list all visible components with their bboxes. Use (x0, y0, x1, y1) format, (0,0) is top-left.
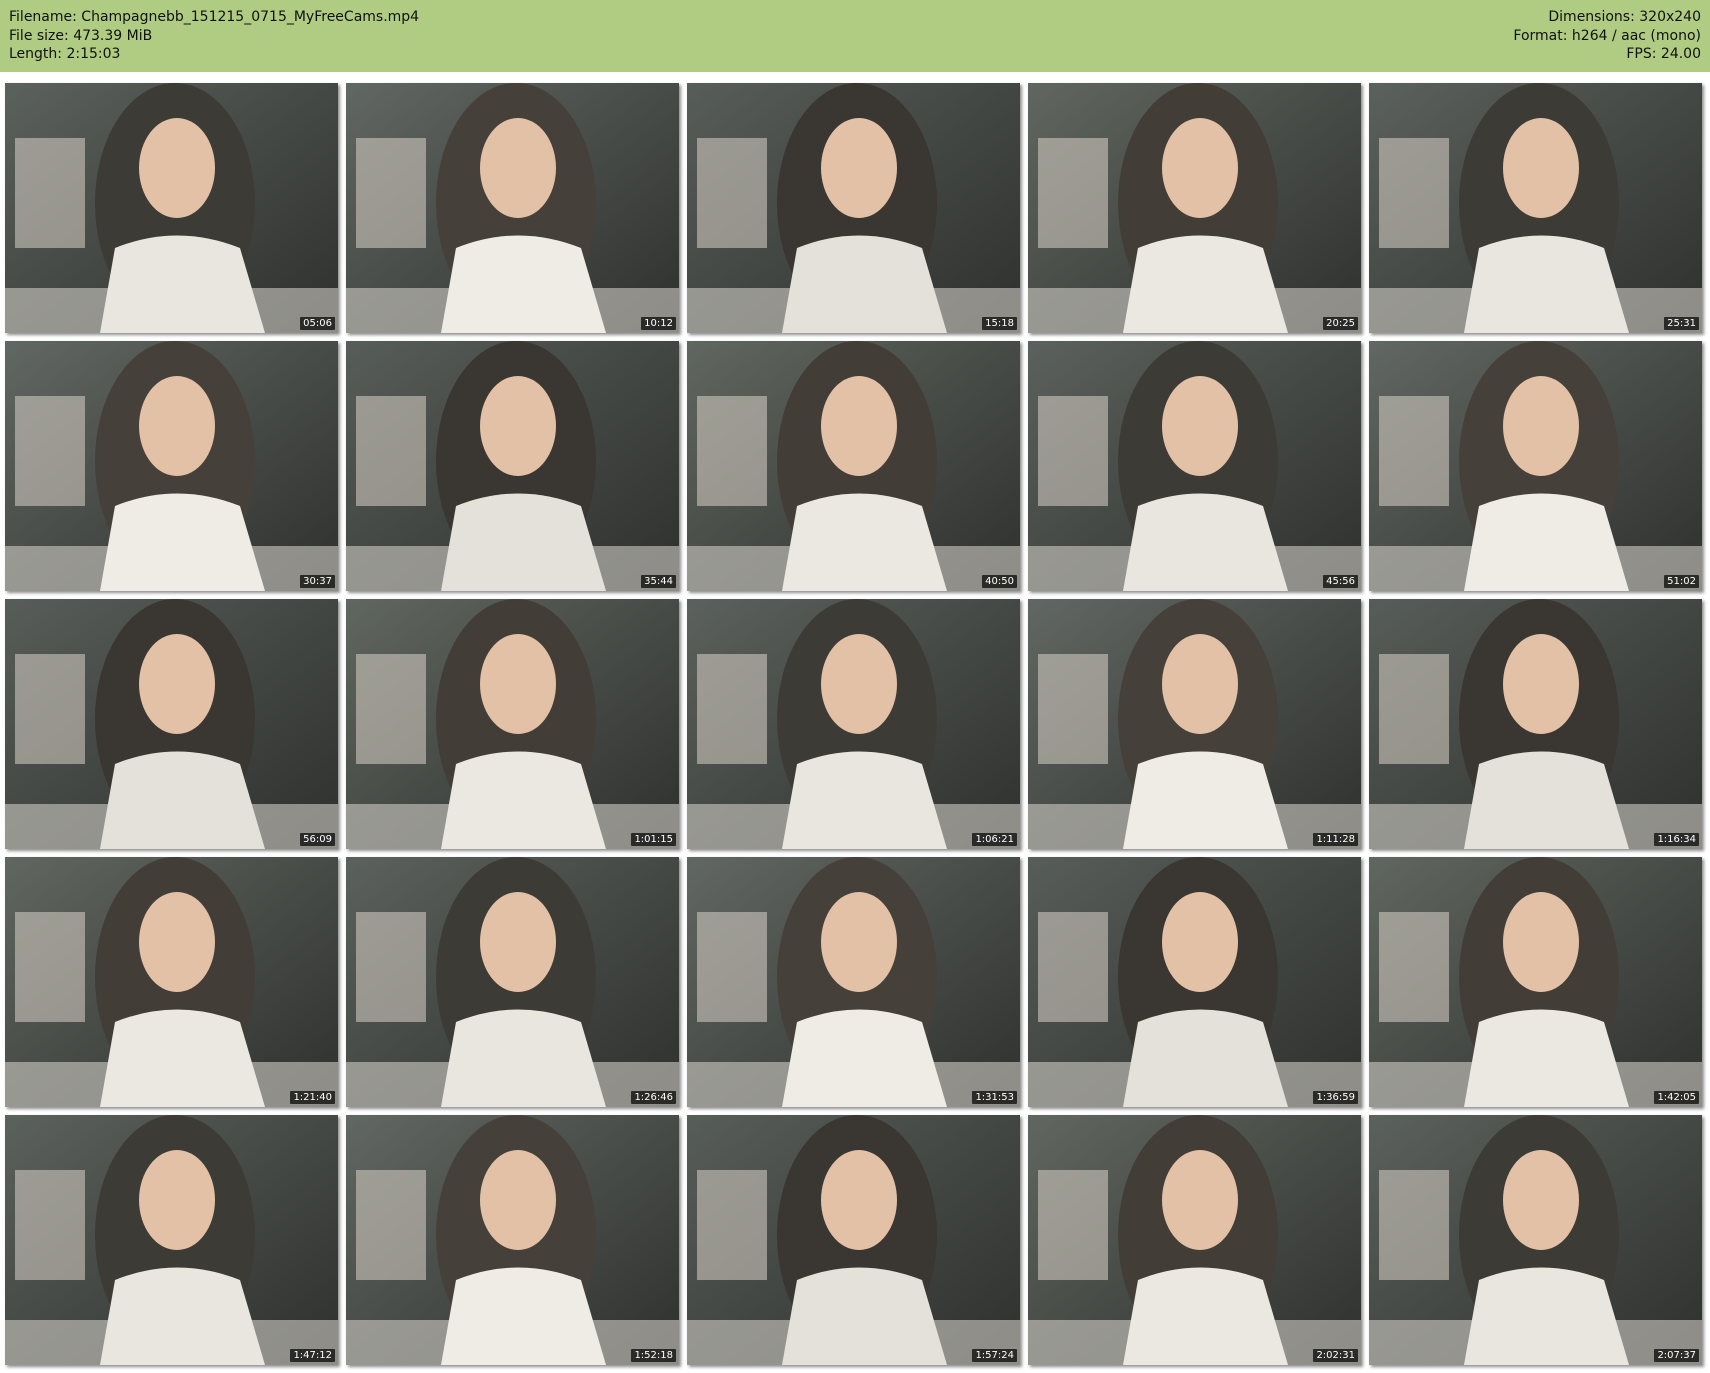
video-frame-image (346, 1115, 679, 1365)
thumbnail-frame[interactable]: 1:36:59 (1028, 857, 1361, 1107)
length-text: Length: 2:15:03 (9, 46, 121, 62)
video-frame-image (1369, 1115, 1702, 1365)
video-frame-image (346, 83, 679, 333)
timestamp-label: 45:56 (1323, 575, 1358, 588)
thumbnail-frame[interactable]: 15:18 (687, 83, 1020, 333)
thumbnail-frame[interactable]: 30:37 (5, 341, 338, 591)
thumbnail-frame[interactable]: 51:02 (1369, 341, 1702, 591)
timestamp-label: 30:37 (300, 575, 335, 588)
timestamp-label: 1:21:40 (290, 1091, 335, 1104)
thumbnail-frame[interactable]: 40:50 (687, 341, 1020, 591)
thumbnail-frame[interactable]: 2:02:31 (1028, 1115, 1361, 1365)
video-frame-image (687, 341, 1020, 591)
timestamp-label: 2:02:31 (1313, 1349, 1358, 1362)
thumbnail-frame[interactable]: 1:16:34 (1369, 599, 1702, 849)
timestamp-label: 1:52:18 (631, 1349, 676, 1362)
dimensions-text: Dimensions: 320x240 (1548, 9, 1701, 25)
video-frame-image (1028, 1115, 1361, 1365)
timestamp-label: 1:06:21 (972, 833, 1017, 846)
timestamp-label: 1:42:05 (1654, 1091, 1699, 1104)
file-info-left: Filename: Champagnebb_151215_0715_MyFree… (9, 8, 419, 64)
video-frame-image (1028, 857, 1361, 1107)
file-info-right: Dimensions: 320x240 Format: h264 / aac (… (1513, 8, 1701, 64)
video-frame-image (5, 599, 338, 849)
video-frame-image (346, 599, 679, 849)
thumbnail-frame[interactable]: 25:31 (1369, 83, 1702, 333)
thumbnail-frame[interactable]: 1:42:05 (1369, 857, 1702, 1107)
video-frame-image (1369, 599, 1702, 849)
timestamp-label: 1:11:28 (1313, 833, 1358, 846)
timestamp-label: 1:16:34 (1654, 833, 1699, 846)
video-frame-image (346, 341, 679, 591)
thumbnail-frame[interactable]: 10:12 (346, 83, 679, 333)
video-frame-image (1369, 857, 1702, 1107)
thumbnail-frame[interactable]: 1:06:21 (687, 599, 1020, 849)
timestamp-label: 1:47:12 (290, 1349, 335, 1362)
timestamp-label: 1:26:46 (631, 1091, 676, 1104)
thumbnail-frame[interactable]: 35:44 (346, 341, 679, 591)
video-frame-image (1369, 83, 1702, 333)
timestamp-label: 1:57:24 (972, 1349, 1017, 1362)
timestamp-label: 51:02 (1664, 575, 1699, 588)
timestamp-label: 1:01:15 (631, 833, 676, 846)
filesize-text: File size: 473.39 MiB (9, 27, 153, 44)
thumbnail-frame[interactable]: 20:25 (1028, 83, 1361, 333)
video-frame-image (1028, 83, 1361, 333)
timestamp-label: 35:44 (641, 575, 676, 588)
video-frame-image (5, 1115, 338, 1365)
thumbnail-grid: 05:06 10:12 15:18 20:25 25:31 30:37 35:44 40:50… (5, 83, 1705, 1365)
info-header: Filename: Champagnebb_151215_0715_MyFree… (0, 0, 1710, 72)
thumbnail-frame[interactable]: 1:47:12 (5, 1115, 338, 1365)
timestamp-label: 05:06 (300, 317, 335, 330)
fps-text: FPS: 24.00 (1626, 46, 1701, 62)
video-frame-image (1028, 341, 1361, 591)
video-frame-image (687, 857, 1020, 1107)
video-frame-image (5, 341, 338, 591)
timestamp-label: 56:09 (300, 833, 335, 846)
video-frame-image (5, 83, 338, 333)
video-frame-image (1028, 599, 1361, 849)
video-frame-image (687, 1115, 1020, 1365)
format-text: Format: h264 / aac (mono) (1513, 27, 1701, 44)
thumbnail-frame[interactable]: 05:06 (5, 83, 338, 333)
video-frame-image (1369, 341, 1702, 591)
video-frame-image (346, 857, 679, 1107)
timestamp-label: 20:25 (1323, 317, 1358, 330)
video-frame-image (687, 83, 1020, 333)
thumbnail-frame[interactable]: 1:01:15 (346, 599, 679, 849)
timestamp-label: 25:31 (1664, 317, 1699, 330)
thumbnail-frame[interactable]: 1:21:40 (5, 857, 338, 1107)
thumbnail-frame[interactable]: 1:52:18 (346, 1115, 679, 1365)
thumbnail-frame[interactable]: 1:11:28 (1028, 599, 1361, 849)
filename-text: Filename: Champagnebb_151215_0715_MyFree… (9, 9, 420, 25)
thumbnail-frame[interactable]: 1:31:53 (687, 857, 1020, 1107)
thumbnail-frame[interactable]: 2:07:37 (1369, 1115, 1702, 1365)
timestamp-label: 1:31:53 (972, 1091, 1017, 1104)
thumbnail-frame[interactable]: 1:26:46 (346, 857, 679, 1107)
thumbnail-frame[interactable]: 45:56 (1028, 341, 1361, 591)
timestamp-label: 15:18 (982, 317, 1017, 330)
timestamp-label: 10:12 (641, 317, 676, 330)
thumbnail-frame[interactable]: 56:09 (5, 599, 338, 849)
video-frame-image (687, 599, 1020, 849)
timestamp-label: 2:07:37 (1654, 1349, 1699, 1362)
timestamp-label: 1:36:59 (1313, 1091, 1358, 1104)
video-frame-image (5, 857, 338, 1107)
timestamp-label: 40:50 (982, 575, 1017, 588)
thumbnail-frame[interactable]: 1:57:24 (687, 1115, 1020, 1365)
